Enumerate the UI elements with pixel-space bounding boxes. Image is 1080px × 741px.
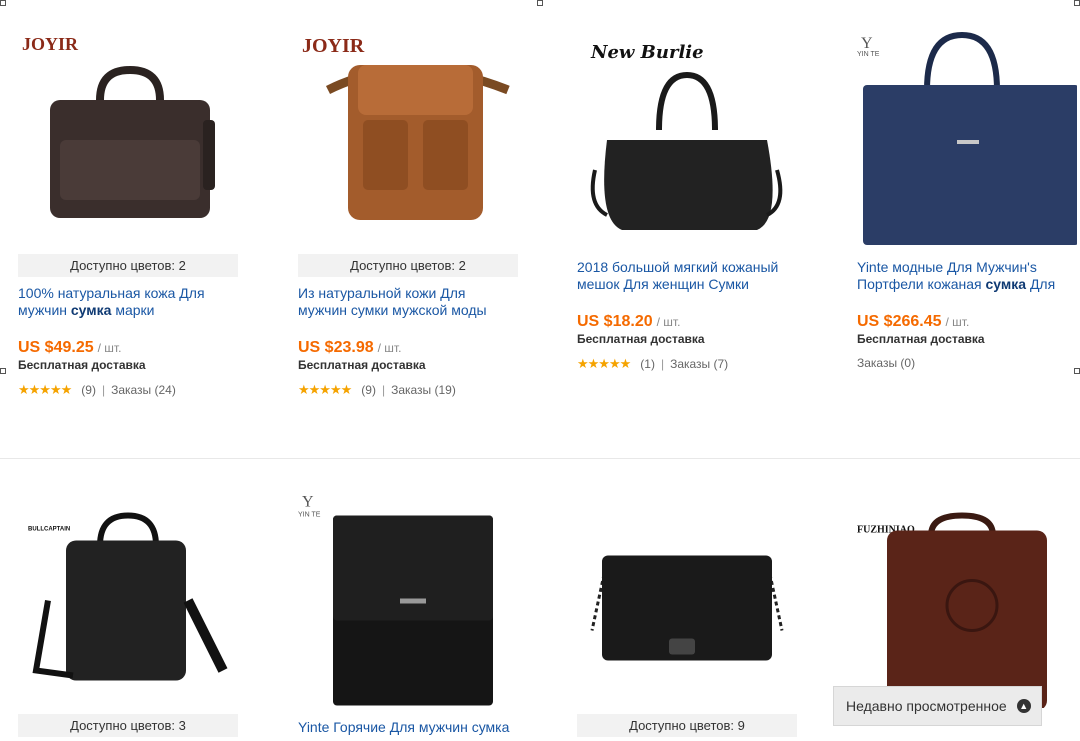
product-card[interactable]: Y YIN TE Yinte модные Для Мужчин's Портф… (857, 30, 1077, 410)
product-image-shoulder-bag[interactable]: BULLCAPTAIN (18, 488, 238, 708)
star-rating-icon: ★★★★★ (577, 356, 631, 371)
rating-orders: ★★★★★ (1) | Заказы (7) (577, 356, 729, 371)
orders-count: Заказы (24) (111, 383, 176, 397)
product-card[interactable]: New Burlie 2018 большой мягкий кожаный м… (577, 30, 797, 410)
orders-count: Заказы (0) (857, 356, 916, 370)
free-shipping: Бесплатная доставка (577, 332, 705, 346)
svg-text:YIN TE: YIN TE (857, 51, 880, 58)
product-price: US $18.20/ шт. (577, 313, 681, 330)
product-title-link[interactable]: 100% натуральная кожа Для мужчин сумка м… (18, 285, 238, 319)
review-count[interactable]: (9) (361, 383, 376, 397)
product-image-tote-bag[interactable]: New Burlie (577, 30, 797, 245)
title-keyword[interactable]: сумка (986, 276, 1027, 292)
star-rating-icon: ★★★★★ (18, 382, 72, 397)
rating-orders: ★★★★★ (9) | Заказы (19) (298, 382, 456, 397)
product-title-link[interactable]: Yinte модные Для Мужчин's Портфели кожан… (857, 259, 1077, 293)
product-price: US $266.45/ шт. (857, 313, 970, 330)
orders-count: Заказы (7) (670, 357, 729, 371)
selection-handle (0, 368, 6, 374)
rating-orders: Заказы (0) (857, 356, 915, 370)
product-image-portfolio[interactable]: Y YIN TE (857, 30, 1077, 245)
star-rating-icon: ★★★★★ (298, 382, 352, 397)
product-image-messenger-bag[interactable]: JOYIR (298, 30, 518, 245)
product-card[interactable]: Доступно цветов: 9 (577, 488, 797, 741)
review-count[interactable]: (9) (81, 383, 96, 397)
colors-available: Доступно цветов: 9 (577, 714, 797, 737)
recently-viewed-button[interactable]: Недавно просмотренное ▲ (833, 686, 1042, 726)
brand-logo-newburlie: New Burlie (590, 42, 704, 63)
free-shipping: Бесплатная доставка (18, 358, 146, 372)
product-image-briefcase[interactable]: JOYIR (18, 30, 238, 245)
product-card[interactable]: JOYIR Доступно цветов: 2 Из натуральной … (298, 30, 518, 410)
product-title-link[interactable]: Из натуральной кожи Для мужчин сумки муж… (298, 285, 518, 319)
colors-available: Доступно цветов: 2 (18, 254, 238, 277)
brand-logo-joyir: JOYIR (302, 35, 365, 57)
free-shipping: Бесплатная доставка (857, 332, 985, 346)
colors-available: Доступно цветов: 2 (298, 254, 518, 277)
recently-viewed-label[interactable]: Недавно просмотренное (846, 698, 1007, 714)
svg-text:YIN TE: YIN TE (298, 512, 321, 519)
selection-handle (0, 0, 6, 6)
brand-logo-yinte: Y (861, 35, 873, 52)
free-shipping: Бесплатная доставка (298, 358, 426, 372)
product-image-chain-bag[interactable] (577, 488, 797, 708)
product-price: US $49.25/ шт. (18, 339, 122, 356)
brand-logo-joyir: JOYIR (22, 34, 79, 54)
product-card[interactable]: JOYIR Доступно цветов: 2 100% натуральна… (18, 30, 238, 410)
product-title-link[interactable]: Yinte Горячие Для мужчин сумка (298, 719, 518, 736)
title-keyword[interactable]: сумка (71, 302, 112, 318)
chevron-up-icon[interactable]: ▲ (1016, 699, 1031, 713)
orders-count: Заказы (19) (391, 383, 456, 397)
product-price: US $23.98/ шт. (298, 339, 402, 356)
product-card[interactable]: Y YIN TE Yinte Горячие Для мужчин сумка (298, 488, 518, 741)
product-image-leather-bag[interactable]: FUZHINIAO (857, 488, 1077, 708)
brand-logo-bullcaptain: BULLCAPTAIN (28, 527, 70, 533)
selection-handle (537, 0, 543, 6)
review-count[interactable]: (1) (640, 357, 655, 371)
selection-handle (1074, 0, 1080, 6)
row-divider (0, 458, 1080, 459)
product-card[interactable]: BULLCAPTAIN Доступно цветов: 3 (18, 488, 238, 741)
rating-orders: ★★★★★ (9) | Заказы (24) (18, 382, 176, 397)
product-image-crossbody-bag[interactable]: Y YIN TE (298, 488, 518, 708)
colors-available: Доступно цветов: 3 (18, 714, 238, 737)
product-title-link[interactable]: 2018 большой мягкий кожаный мешок Для же… (577, 259, 797, 293)
brand-logo-yinte: Y (302, 494, 314, 511)
